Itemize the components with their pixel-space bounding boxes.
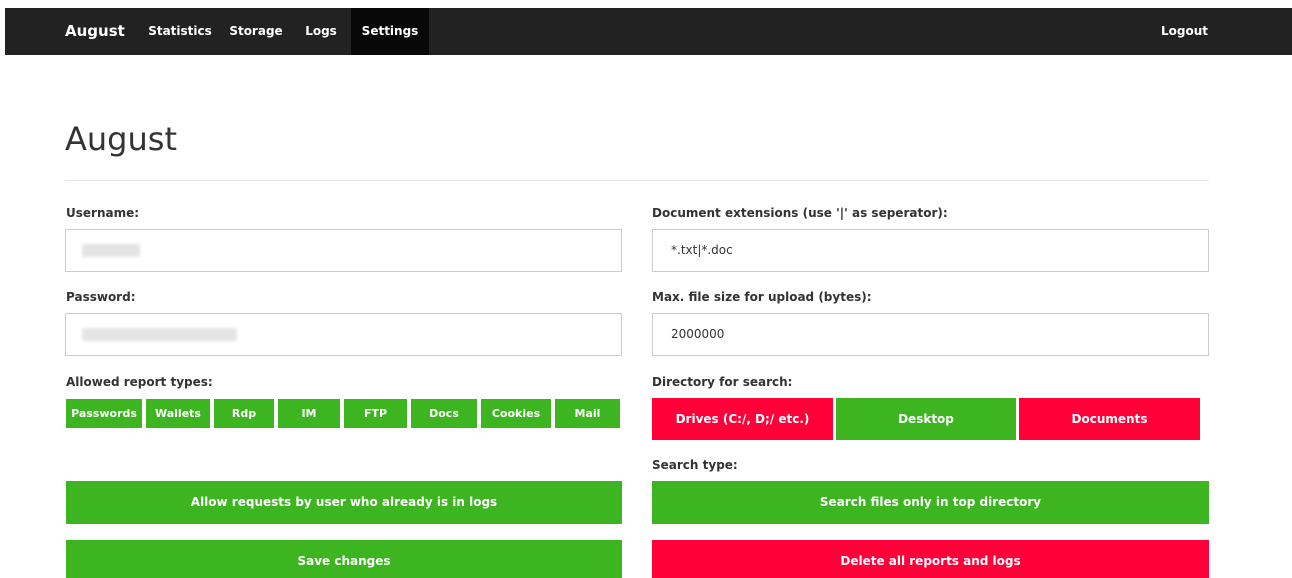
password-input[interactable] <box>65 313 622 356</box>
report-type-passwords-toggle[interactable]: Passwords <box>66 399 142 428</box>
directory-documents-toggle[interactable]: Documents <box>1019 398 1200 440</box>
brand-link[interactable]: August <box>65 8 125 55</box>
report-type-rdp-toggle[interactable]: Rdp <box>214 399 274 428</box>
doc-extensions-label: Document extensions (use '|' as seperato… <box>652 206 948 220</box>
password-label: Password: <box>66 290 136 304</box>
nav-statistics[interactable]: Statistics <box>139 8 221 55</box>
username-label: Username: <box>66 206 140 220</box>
report-type-im-toggle[interactable]: IM <box>278 399 340 428</box>
top-navbar: August Statistics Storage Logs Settings … <box>5 8 1292 55</box>
title-divider <box>65 180 1209 181</box>
nav-logs[interactable]: Logs <box>291 8 351 55</box>
page-title: August <box>65 120 177 158</box>
max-file-size-label: Max. file size for upload (bytes): <box>652 290 872 304</box>
report-type-cookies-toggle[interactable]: Cookies <box>481 399 551 428</box>
doc-extensions-input[interactable]: *.txt|*.doc <box>652 229 1209 272</box>
nav-settings[interactable]: Settings <box>351 8 429 55</box>
search-type-label: Search type: <box>652 458 738 472</box>
directory-label: Directory for search: <box>652 375 793 389</box>
report-types-label: Allowed report types: <box>66 375 213 389</box>
redacted-password <box>82 328 237 341</box>
nav-storage[interactable]: Storage <box>221 8 291 55</box>
directory-desktop-toggle[interactable]: Desktop <box>836 398 1016 440</box>
logout-link[interactable]: Logout <box>1161 8 1208 55</box>
username-input[interactable] <box>65 229 622 272</box>
redacted-username <box>82 244 140 257</box>
save-changes-button[interactable]: Save changes <box>66 540 622 578</box>
delete-all-button[interactable]: Delete all reports and logs <box>652 540 1209 578</box>
report-type-docs-toggle[interactable]: Docs <box>411 399 477 428</box>
allow-requests-toggle-button[interactable]: Allow requests by user who already is in… <box>66 481 622 524</box>
report-type-ftp-toggle[interactable]: FTP <box>344 399 407 428</box>
report-type-mail-toggle[interactable]: Mail <box>555 399 620 428</box>
directory-drives-toggle[interactable]: Drives (C:/, D;/ etc.) <box>652 398 833 440</box>
search-type-toggle-button[interactable]: Search files only in top directory <box>652 481 1209 524</box>
report-type-wallets-toggle[interactable]: Wallets <box>146 399 210 428</box>
max-file-size-input[interactable]: 2000000 <box>652 313 1209 356</box>
